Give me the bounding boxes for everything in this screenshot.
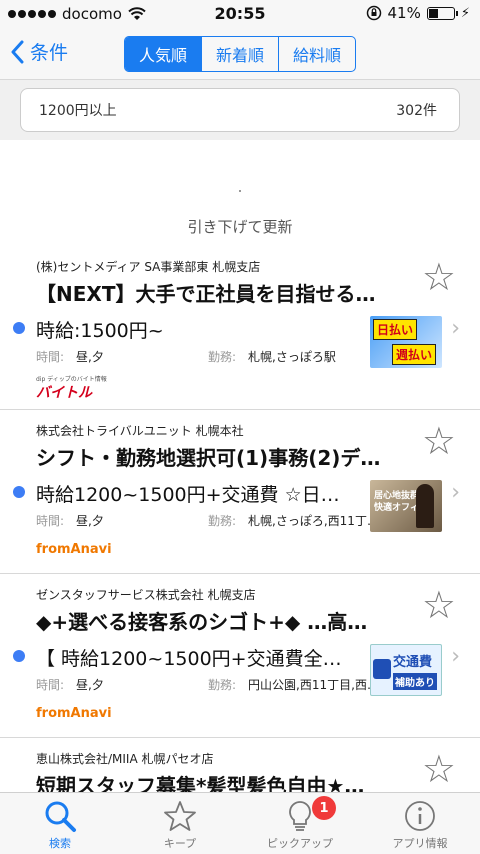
- job-thumbnail: 交通費 補助あり: [370, 644, 442, 696]
- work-location: 勤務: 円山公園,西11丁目,西…: [208, 676, 379, 693]
- back-button[interactable]: 条件: [10, 38, 68, 65]
- job-listing[interactable]: (株)セントメディア SA事業部東 札幌支店 【NEXT】大手で正社員を目指せる…: [0, 246, 480, 410]
- hours-value: 昼,夕: [76, 514, 104, 528]
- sort-tab-newest[interactable]: 新着順: [202, 37, 279, 71]
- work-location: 勤務: 札幌,さっぽろ駅: [208, 348, 336, 365]
- chevron-right-icon: ›: [451, 480, 460, 505]
- job-thumbnail: 居心地抜群! 快適オフィス: [370, 480, 442, 532]
- sort-tab-salary[interactable]: 給料順: [279, 37, 355, 71]
- company-name: 恵山株式会社/MIIA 札幌パセオ店: [36, 752, 214, 766]
- source-logo: fromAnavi: [36, 706, 112, 721]
- job-listing[interactable]: 恵山株式会社/MIIA 札幌パセオ店 短期スタッフ募集*髪型髪色自由★… ☆: [0, 738, 480, 792]
- wage: 時給1200~1500円+交通費 ☆日…: [36, 484, 340, 506]
- source-logo: バイトル: [36, 385, 92, 401]
- thumbnail-text-weekly: 週払い: [392, 344, 437, 365]
- filter-summary[interactable]: 1200円以上 302件: [20, 88, 460, 132]
- job-thumbnail: 日払い 週払い: [370, 316, 442, 368]
- work-hours: 時間: 昼,夕: [36, 676, 104, 693]
- keep-star-icon[interactable]: ☆: [422, 422, 456, 460]
- back-label: 条件: [30, 42, 69, 64]
- filter-area: 1200円以上 302件: [0, 80, 480, 140]
- charging-icon: ⚡: [460, 5, 470, 21]
- location-value: 札幌,さっぽろ,西11丁…: [248, 514, 379, 528]
- thumbnail-text-daily: 日払い: [373, 319, 418, 340]
- hours-value: 昼,夕: [76, 350, 104, 364]
- unread-dot: [13, 486, 25, 498]
- search-icon: [45, 801, 76, 832]
- job-title: 【NEXT】大手で正社員を目指せる…: [36, 282, 376, 306]
- refresh-spinner: [239, 190, 241, 192]
- tab-label: 検索: [49, 837, 71, 850]
- rotation-lock-icon: [366, 5, 381, 21]
- hours-value: 昼,夕: [76, 678, 104, 692]
- tab-bar: 検索 キープ ピックアップ アプリ情報: [0, 792, 480, 854]
- hours-key: 時間:: [36, 350, 65, 364]
- company-name: 株式会社トライバルユニット 札幌本社: [36, 424, 244, 438]
- thumbnail-text-subsidy: 補助あり: [393, 673, 437, 690]
- battery-percent: 41%: [387, 4, 421, 22]
- battery-icon: [426, 6, 458, 20]
- location-value: 札幌,さっぽろ駅: [248, 350, 336, 364]
- hours-key: 時間:: [36, 514, 65, 528]
- unread-dot: [13, 322, 25, 334]
- job-title: 短期スタッフ募集*髪型髪色自由★…: [36, 774, 365, 792]
- unread-dot: [13, 650, 25, 662]
- job-title: シフト・勤務地選択可(1)事務(2)デ…: [36, 446, 381, 470]
- tab-app-info[interactable]: アプリ情報: [360, 793, 480, 854]
- info-icon: [405, 801, 435, 831]
- company-name: (株)セントメディア SA事業部東 札幌支店: [36, 260, 261, 274]
- chevron-left-icon: [11, 40, 24, 63]
- wage: 時給:1500円~: [36, 320, 164, 342]
- location-key: 勤務:: [208, 514, 237, 528]
- status-bar: docomo 20:55 41% ⚡: [0, 0, 480, 28]
- keep-star-icon[interactable]: ☆: [422, 258, 456, 296]
- bus-icon: [373, 659, 391, 679]
- tab-pickup[interactable]: ピックアップ: [240, 793, 360, 854]
- hours-key: 時間:: [36, 678, 65, 692]
- thumbnail-text-transport: 交通費: [393, 655, 433, 670]
- work-hours: 時間: 昼,夕: [36, 348, 104, 365]
- star-icon: [164, 801, 196, 831]
- location-key: 勤務:: [208, 678, 237, 692]
- wage: 【 時給1200~1500円+交通費全…: [36, 648, 342, 670]
- chevron-right-icon: ›: [451, 644, 460, 669]
- source-logo: fromAnavi: [36, 542, 112, 557]
- company-name: ゼンスタッフサービス株式会社 札幌支店: [36, 588, 256, 602]
- job-title: ◆+選べる接客系のシゴト+◆ …高…: [36, 610, 368, 634]
- tab-search[interactable]: 検索: [0, 793, 120, 854]
- work-hours: 時間: 昼,夕: [36, 512, 104, 529]
- sort-tab-popular[interactable]: 人気順: [125, 37, 202, 71]
- person-figure: [416, 484, 434, 528]
- work-location: 勤務: 札幌,さっぽろ,西11丁…: [208, 512, 379, 529]
- keep-star-icon[interactable]: ☆: [422, 750, 456, 788]
- tab-label: キープ: [163, 837, 197, 850]
- navigation-bar: 条件 人気順 新着順 給料順: [0, 28, 480, 80]
- battery-info: 41% ⚡: [366, 4, 470, 22]
- tab-keep[interactable]: キープ: [120, 793, 240, 854]
- job-listing[interactable]: ゼンスタッフサービス株式会社 札幌支店 ◆+選べる接客系のシゴト+◆ …高… ☆…: [0, 574, 480, 738]
- location-value: 円山公園,西11丁目,西…: [248, 678, 379, 692]
- result-count: 302件: [396, 103, 437, 119]
- job-listing[interactable]: 株式会社トライバルユニット 札幌本社 シフト・勤務地選択可(1)事務(2)デ… …: [0, 410, 480, 574]
- location-key: 勤務:: [208, 350, 237, 364]
- pull-to-refresh-hint: 引き下げて更新: [187, 218, 293, 236]
- tab-label: ピックアップ: [267, 837, 333, 850]
- filter-condition: 1200円以上: [39, 103, 117, 119]
- tab-label: アプリ情報: [392, 837, 448, 850]
- sort-segmented-control: 人気順 新着順 給料順: [124, 36, 356, 72]
- pickup-badge: 1: [312, 796, 336, 820]
- chevron-right-icon: ›: [451, 316, 460, 341]
- keep-star-icon[interactable]: ☆: [422, 586, 456, 624]
